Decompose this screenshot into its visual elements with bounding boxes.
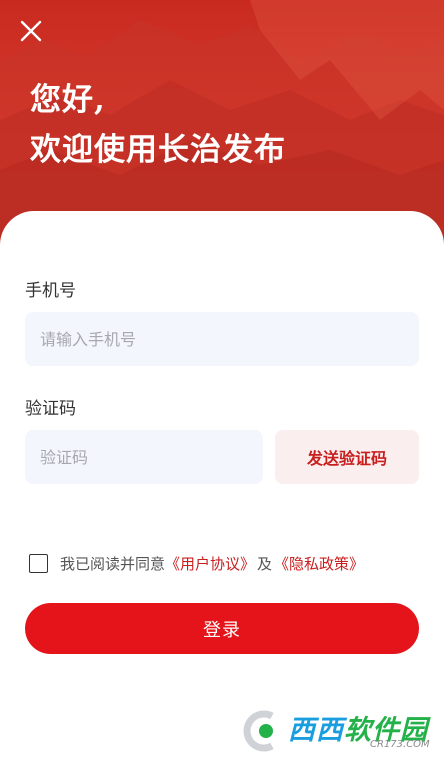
code-input[interactable]	[25, 430, 263, 484]
greeting-line1: 您好,	[30, 82, 106, 118]
phone-input[interactable]	[25, 312, 419, 366]
user-agreement-link[interactable]: 《用户协议》	[165, 553, 255, 574]
watermark-sub: CR173.COM	[370, 739, 430, 750]
login-button[interactable]: 登录	[25, 603, 419, 654]
agreement-conjunction: 及	[257, 554, 273, 573]
watermark: 西西软件园 CR173.COM	[242, 708, 438, 754]
greeting-line2: 欢迎使用长治发布	[30, 132, 286, 168]
agreement-row: 我已阅读并同意 《用户协议》 及 《隐私政策》	[29, 552, 364, 574]
agreement-checkbox[interactable]	[29, 553, 48, 573]
watermark-text-a: 西西	[288, 715, 344, 746]
watermark-logo-icon	[243, 710, 274, 752]
login-card: 手机号 验证码 发送验证码 我已阅读并同意 《用户协议》 及 《隐私政策》 登录	[0, 211, 444, 760]
phone-label: 手机号	[25, 281, 76, 301]
privacy-policy-link[interactable]: 《隐私政策》	[274, 553, 364, 574]
greeting: 您好, 欢迎使用长治发布	[30, 75, 286, 175]
agreement-prefix: 我已阅读并同意	[60, 554, 166, 573]
code-label: 验证码	[25, 399, 76, 419]
send-code-button[interactable]: 发送验证码	[275, 430, 419, 484]
close-icon	[20, 20, 42, 42]
close-button[interactable]	[16, 16, 46, 46]
